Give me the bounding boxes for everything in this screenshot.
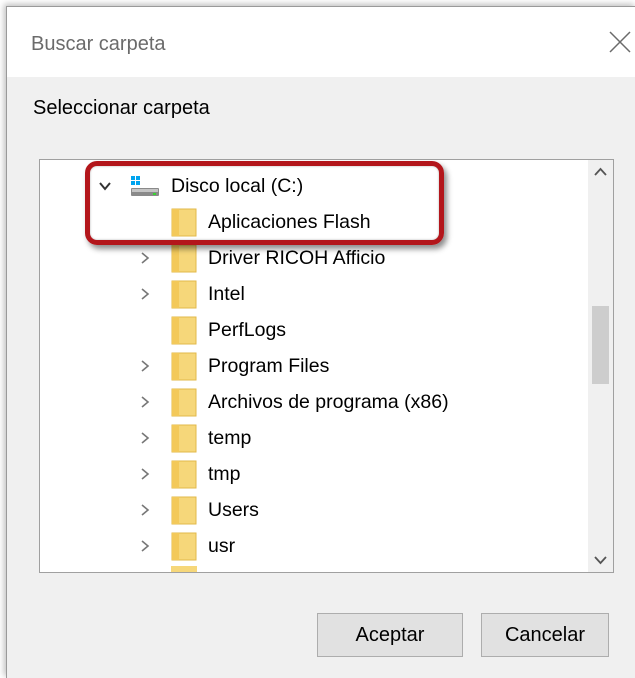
tree-item-label: Intel — [208, 283, 245, 305]
tree-item-label: PerfLogs — [208, 319, 287, 341]
select-folder-prompt: Seleccionar carpeta — [33, 97, 210, 119]
close-icon[interactable] — [605, 27, 635, 57]
tree-item[interactable]: Users — [40, 492, 588, 528]
tree-item[interactable]: usr — [40, 528, 588, 564]
tree-item-label: temp — [208, 427, 252, 449]
chevron-right-icon[interactable] — [137, 394, 153, 410]
folder-icon — [171, 280, 197, 309]
folder-icon — [171, 352, 197, 381]
title-bar: Buscar carpeta — [7, 7, 635, 77]
folder-icon — [171, 532, 197, 561]
cancel-button[interactable]: Cancelar — [481, 613, 609, 657]
folder-icon — [171, 460, 197, 489]
folder-icon — [171, 496, 197, 525]
folder-icon — [171, 388, 197, 417]
tree-item[interactable]: Archivos de programa (x86) — [40, 384, 588, 420]
chevron-right-icon[interactable] — [137, 466, 153, 482]
tree-item[interactable]: tmp — [40, 456, 588, 492]
folder-icon — [171, 244, 197, 273]
scroll-down-icon[interactable] — [588, 548, 613, 572]
tree-item-label: Users — [208, 499, 259, 521]
tree-item-label: usr — [208, 535, 236, 557]
tree-item[interactable]: PerfLogs — [40, 312, 588, 348]
tree-item[interactable]: Driver RICOH Afficio — [40, 240, 588, 276]
tree-item-label: Driver RICOH Afficio — [208, 247, 386, 269]
folder-icon — [171, 566, 197, 572]
tree-item[interactable]: Program Files — [40, 348, 588, 384]
chevron-right-icon[interactable] — [137, 538, 153, 554]
chevron-right-icon[interactable] — [137, 358, 153, 374]
chevron-right-icon[interactable] — [137, 502, 153, 518]
folder-icon — [171, 316, 197, 345]
scrollbar-thumb[interactable] — [592, 306, 609, 384]
tree-item[interactable]: Intel — [40, 276, 588, 312]
highlight-annotation — [85, 161, 444, 245]
chevron-right-icon[interactable] — [137, 286, 153, 302]
vertical-scrollbar[interactable] — [588, 160, 613, 572]
chevron-right-icon[interactable] — [137, 250, 153, 266]
accept-button[interactable]: Aceptar — [317, 613, 463, 657]
folder-icon — [171, 424, 197, 453]
tree-item-label: Program Files — [208, 355, 330, 377]
scroll-up-icon[interactable] — [588, 160, 613, 184]
tree-item[interactable]: temp — [40, 420, 588, 456]
tree-item-label: tmp — [208, 463, 241, 485]
browse-folder-dialog: Buscar carpeta Seleccionar carpeta Disco… — [6, 6, 635, 678]
tree-item-label: Archivos de programa (x86) — [208, 391, 449, 413]
dialog-title: Buscar carpeta — [31, 33, 166, 55]
chevron-right-icon[interactable] — [137, 430, 153, 446]
